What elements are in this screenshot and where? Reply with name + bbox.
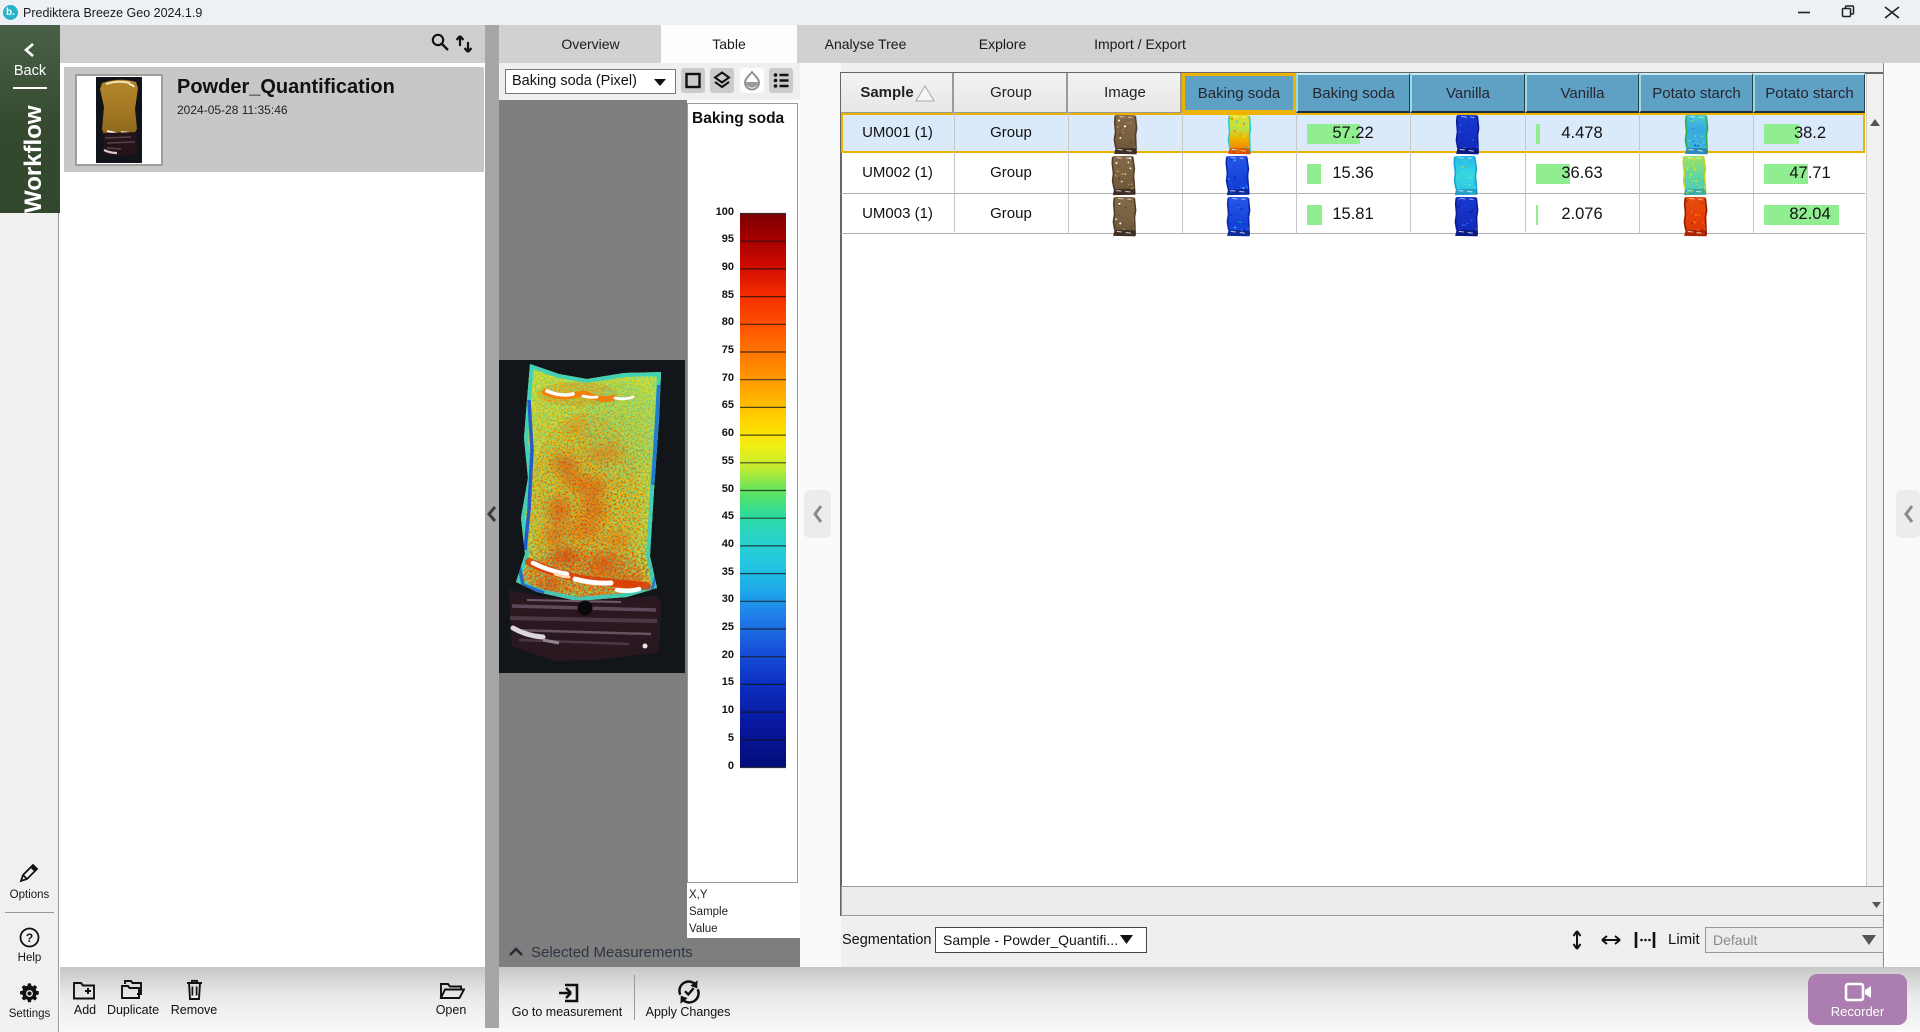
svg-text:Workflow: Workflow: [20, 105, 47, 213]
svg-text:?: ?: [26, 931, 33, 945]
